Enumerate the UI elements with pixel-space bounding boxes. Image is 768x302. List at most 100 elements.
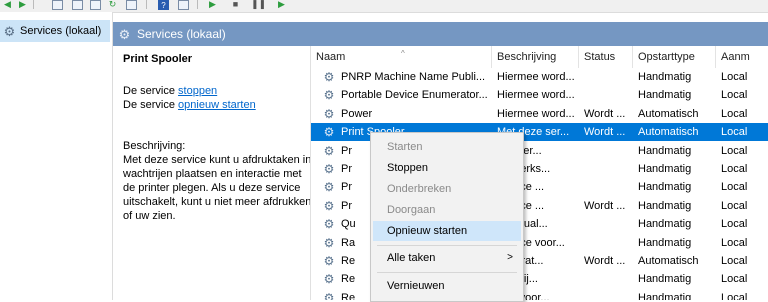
menu-item-stop[interactable]: Stoppen [373,158,521,178]
menu-item-all-tasks[interactable]: Alle taken > [373,248,521,268]
banner-title: Services (lokaal) [137,27,226,41]
cell-startup-type: Handmatig [638,291,692,300]
menu-item-all-tasks-label: Alle taken [387,252,436,264]
list-header: ^ Naam Beschrijving Status Opstarttype A… [311,46,768,68]
context-menu: Starten Stoppen Onderbreken Doorgaan Opn… [370,132,524,302]
service-gear-icon: ⚙ [323,254,335,268]
resume-icon[interactable]: ▶ [276,0,287,9]
service-gear-icon: ⚙ [323,235,335,250]
refresh-icon[interactable]: ↻ [107,0,118,9]
cell-status [582,160,633,178]
action-links: De service stoppen De service opnieuw st… [123,84,313,112]
cell-logon: Local [721,291,748,300]
sort-arrow-icon: ^ [401,49,405,58]
properties-icon[interactable] [72,0,83,10]
back-icon[interactable]: ◀ [2,0,13,9]
menu-item-refresh[interactable]: Vernieuwen [373,276,521,296]
service-gear-icon: ⚙ [323,162,335,176]
cell-logon: Local [721,71,748,83]
service-gear-icon: ⚙ [323,198,335,213]
column-header-description[interactable]: Beschrijving [492,46,579,68]
stop-icon[interactable]: ■ [230,0,241,9]
column-header-name[interactable]: ^ Naam [311,46,492,68]
menu-item-start[interactable]: Starten [373,137,521,157]
cell-status: Wordt ... [584,107,626,120]
cell-logon: Local [721,273,748,286]
grid-icon[interactable] [178,0,189,10]
cell-logon: Local [721,255,748,267]
cell-name: PNRP Machine Name Publi... [341,71,486,83]
console-tree: ⚙ Services (lokaal) [0,12,113,300]
service-gear-icon: ⚙ [323,143,335,158]
cell-description: Hiermee word... [497,107,575,120]
toolbar-separator [146,0,147,9]
help-icon[interactable]: ? [158,0,169,10]
cell-logon: Local [721,107,748,120]
cell-startup-type: Handmatig [638,236,692,249]
cell-startup-type: Automatisch [638,107,699,120]
cell-status [582,142,633,160]
description-block: Beschrijving: Met deze service kunt u af… [123,139,313,223]
cell-status [582,289,633,300]
description-panel: Print Spooler De service stoppen De serv… [123,52,313,223]
tree-item-services-local[interactable]: ⚙ Services (lokaal) [0,20,110,42]
cell-startup-type: Handmatig [638,273,692,286]
cell-status [582,215,633,233]
column-header-status[interactable]: Status [579,46,633,68]
gear-icon: ⚙ [3,23,16,39]
table-row[interactable]: ⚙ Portable Device Enumerator... Hiermee wo… [311,86,768,104]
cell-name: Power [341,107,373,120]
play-icon[interactable]: ▶ [207,0,218,9]
table-row[interactable]: ⚙ PNRP Machine Name Publi... Hiermee word.… [311,68,768,86]
menu-item-pause[interactable]: Onderbreken [373,179,521,199]
stop-prefix: De service [123,85,179,97]
description-label: Beschrijving: [123,140,186,152]
cell-logon: Local [721,163,748,175]
column-header-logon[interactable]: Aanm [716,46,768,68]
cell-status [582,86,633,104]
cell-description: Hiermee word... [497,89,575,102]
cell-startup-type: Handmatig [638,89,692,102]
forward-icon[interactable]: ▶ [17,0,28,9]
service-gear-icon: ⚙ [323,272,335,287]
gear-icon: ⚙ [118,26,131,42]
service-gear-icon: ⚙ [323,88,335,103]
export-icon[interactable] [90,0,101,10]
cell-logon: Local [721,181,748,194]
cell-logon: Local [721,236,748,249]
tree-item-label: Services (lokaal) [20,25,102,37]
restart-link[interactable]: opnieuw starten [178,99,256,111]
cell-logon: Local [721,89,748,102]
service-gear-icon: ⚙ [323,180,335,195]
stop-link[interactable]: stoppen [178,85,217,97]
cell-description: Hiermee word... [497,71,575,83]
cell-status [582,178,633,196]
cell-logon: Local [721,218,748,231]
submenu-arrow-icon: > [507,252,513,263]
cell-logon: Local [721,199,748,212]
toolbar-separator [33,0,34,9]
service-gear-icon: ⚙ [323,217,335,232]
banner: ⚙ Services (lokaal) [113,22,768,46]
cell-name: Portable Device Enumerator... [341,89,488,102]
cell-startup-type: Handmatig [638,71,692,83]
cell-logon: Local [721,144,748,157]
cell-startup-type: Handmatig [638,218,692,231]
table-row[interactable]: ⚙ Power Hiermee word... Wordt ... Automatisc… [311,105,768,123]
menu-item-restart[interactable]: Opnieuw starten [373,221,521,241]
cell-startup-type: Handmatig [638,144,692,157]
service-gear-icon: ⚙ [323,106,335,121]
cell-status: Wordt ... [584,255,626,267]
cell-status [582,270,633,288]
console-tree-icon[interactable] [52,0,63,10]
menu-item-resume[interactable]: Doorgaan [373,200,521,220]
list-icon[interactable] [126,0,137,10]
pause-icon[interactable]: ❚❚ [251,0,266,9]
column-header-startup-type[interactable]: Opstarttype [633,46,716,68]
cell-startup-type: Handmatig [638,163,692,175]
service-gear-icon: ⚙ [323,290,335,300]
service-gear-icon: ⚙ [323,125,335,140]
cell-logon: Local [721,126,748,139]
cell-startup-type: Automatisch [638,255,699,267]
cell-startup-type: Handmatig [638,199,692,212]
